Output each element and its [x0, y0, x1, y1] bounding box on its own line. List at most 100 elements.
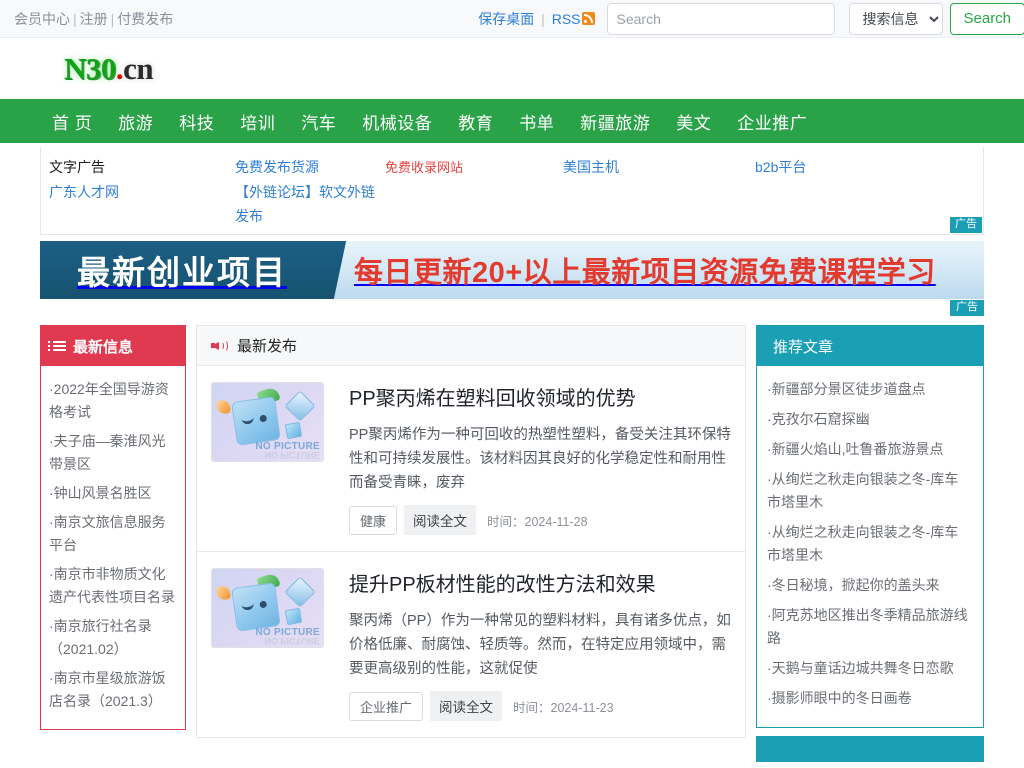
- decor-shape: [231, 396, 281, 446]
- rss-link[interactable]: RSS: [552, 11, 581, 27]
- article-category-tag[interactable]: 健康: [349, 505, 398, 535]
- no-picture-label-reflection: NO PICTURE: [264, 636, 320, 646]
- list-item[interactable]: ·钟山风景名胜区: [49, 482, 175, 505]
- article-item: NO PICTURE NO PICTURE PP聚丙烯在塑料回收领域的优势 PP…: [196, 366, 746, 552]
- article-description: PP聚丙烯作为一种可回收的热塑性塑料，备受关注其环保特性和可持续发展性。该材料因…: [349, 427, 731, 491]
- logo-band: N30.cn: [0, 38, 1024, 99]
- article-title[interactable]: 提升PP板材性能的改性方法和效果: [349, 568, 731, 597]
- recommended-articles-header: 推荐文章: [757, 326, 983, 366]
- topbar-right-group: 保存桌面 | RSS 搜索信息 Search: [478, 2, 1024, 35]
- text-ad-row: 广东人才网 【外链论坛】软文外链发布: [41, 180, 983, 228]
- register-link[interactable]: 注册: [80, 11, 108, 27]
- list-item[interactable]: ·天鹅与童话边城共舞冬日恋歌: [767, 657, 971, 680]
- list-item[interactable]: ·南京旅行社名录（2021.02）: [49, 615, 175, 661]
- decor-shape: [215, 398, 232, 416]
- text-ad-cell: [555, 180, 747, 228]
- save-desktop-link[interactable]: 保存桌面: [478, 9, 534, 29]
- article-body: PP聚丙烯在塑料回收领域的优势 PP聚丙烯作为一种可回收的热塑性塑料，备受关注其…: [324, 382, 731, 535]
- latest-info-panel: 最新信息 ·2022年全国导游资格考试 ·夫子庙—秦淮风光带景区 ·钟山风景名胜…: [40, 325, 186, 730]
- no-picture-label-reflection: NO PICTURE: [264, 450, 320, 460]
- nav-item-xinjiang-travel[interactable]: 新疆旅游: [580, 109, 650, 134]
- list-item[interactable]: ·从绚烂之秋走向银装之冬-库车市塔里木: [767, 521, 971, 567]
- nav-item-automobile[interactable]: 汽车: [301, 109, 336, 134]
- member-links: 会员中心 | 注册 | 付费发布: [14, 9, 173, 29]
- list-item[interactable]: ·南京市非物质文化遗产代表性项目名录: [49, 563, 175, 609]
- article-thumbnail[interactable]: NO PICTURE NO PICTURE: [211, 568, 324, 648]
- list-item[interactable]: ·夫子庙—秦淮风光带景区: [49, 430, 175, 476]
- recommended-articles-panel: 推荐文章 ·新疆部分景区徒步道盘点 ·克孜尔石窟探幽 ·新疆火焰山,吐鲁番旅游景…: [756, 325, 984, 728]
- ad-badge: 广告: [950, 217, 982, 233]
- read-more-button[interactable]: 阅读全文: [404, 505, 477, 535]
- list-item[interactable]: ·南京文旅信息服务平台: [49, 511, 175, 557]
- nav-item-booklist[interactable]: 书单: [519, 109, 554, 134]
- text-ad-cell: 【外链论坛】软文外链发布: [227, 180, 377, 228]
- nav-item-enterprise-promotion[interactable]: 企业推广: [737, 109, 807, 134]
- text-ad-link-free-indexing[interactable]: 免费收录网站: [385, 160, 463, 175]
- text-ad-cell: [377, 180, 555, 228]
- article-meta: 企业推广 阅读全文 时间：2024-11-23: [349, 691, 731, 721]
- text-ad-cell: 广东人才网: [41, 180, 227, 228]
- article-time: 时间：2024-11-28: [487, 514, 588, 529]
- article-category-tag[interactable]: 企业推广: [349, 691, 424, 721]
- text-ad-cell: 免费收录网站: [377, 155, 555, 180]
- decor-shape: [284, 576, 316, 608]
- search-input[interactable]: [606, 2, 835, 35]
- read-more-button[interactable]: 阅读全文: [430, 691, 503, 721]
- divider: |: [73, 10, 77, 27]
- nav-item-machinery[interactable]: 机械设备: [362, 109, 432, 134]
- latest-info-list: ·2022年全国导游资格考试 ·夫子庙—秦淮风光带景区 ·钟山风景名胜区 ·南京…: [41, 366, 185, 729]
- decor-shape: [284, 607, 303, 626]
- article-item: NO PICTURE NO PICTURE 提升PP板材性能的改性方法和效果 聚…: [196, 552, 746, 738]
- list-item[interactable]: ·南京市星级旅游饭店名录（2021.3）: [49, 667, 175, 713]
- member-center-link[interactable]: 会员中心: [14, 11, 70, 27]
- article-title[interactable]: PP聚丙烯在塑料回收领域的优势: [349, 382, 731, 411]
- banner-left-text: 最新创业项目: [40, 241, 324, 299]
- list-item[interactable]: ·2022年全国导游资格考试: [49, 378, 175, 424]
- nav-item-technology[interactable]: 科技: [179, 109, 214, 134]
- list-icon: [48, 341, 66, 351]
- list-item[interactable]: ·冬日秘境，掀起你的盖头来: [767, 574, 971, 597]
- latest-publish-header: 最新发布: [196, 325, 746, 366]
- text-ad-link-guangdong-jobs[interactable]: 广东人才网: [49, 184, 119, 200]
- search-button[interactable]: Search: [949, 2, 1024, 35]
- list-item[interactable]: ·新疆火焰山,吐鲁番旅游景点: [767, 438, 971, 461]
- text-ad-label: 文字广告: [49, 159, 105, 175]
- article-body: 提升PP板材性能的改性方法和效果 聚丙烯（PP）作为一种常见的塑料材料，具有诸多…: [324, 568, 731, 721]
- list-item[interactable]: ·从绚烂之秋走向银装之冬-库车市塔里木: [767, 468, 971, 514]
- promo-banner-wrap: 最新创业项目 每日更新20+以上最新项目资源免费课程学习 广告: [40, 241, 984, 316]
- top-utility-bar: 会员中心|注册|付费发布 保存桌面 | RSS 搜索信息 Search: [0, 0, 1024, 38]
- speaker-icon: [211, 339, 229, 353]
- site-logo[interactable]: N30.cn: [64, 51, 154, 86]
- text-ad-link-b2b[interactable]: b2b平台: [755, 159, 806, 175]
- promo-banner[interactable]: 最新创业项目 每日更新20+以上最新项目资源免费课程学习: [40, 241, 984, 299]
- text-ad-cell: [747, 180, 947, 228]
- main-navigation: 首 页 旅游 科技 培训 汽车 机械设备 教育 书单 新疆旅游 美文 企业推广: [0, 99, 1024, 143]
- list-item[interactable]: ·阿克苏地区推出冬季精品旅游线路: [767, 604, 971, 650]
- recommended-articles-list: ·新疆部分景区徒步道盘点 ·克孜尔石窟探幽 ·新疆火焰山,吐鲁番旅游景点 ·从绚…: [757, 366, 983, 727]
- decor-shape: [215, 584, 232, 602]
- paid-publish-link[interactable]: 付费发布: [117, 11, 173, 27]
- text-ad-cell: 美国主机: [555, 155, 747, 180]
- text-ad-link-us-hosting[interactable]: 美国主机: [563, 159, 619, 175]
- nav-item-training[interactable]: 培训: [240, 109, 275, 134]
- decor-shape: [284, 421, 303, 440]
- list-item[interactable]: ·新疆部分景区徒步道盘点: [767, 378, 971, 401]
- nav-item-essays[interactable]: 美文: [676, 109, 711, 134]
- list-item[interactable]: ·克孜尔石窟探幽: [767, 408, 971, 431]
- left-column: 最新信息 ·2022年全国导游资格考试 ·夫子庙—秦淮风光带景区 ·钟山风景名胜…: [40, 325, 186, 730]
- list-item[interactable]: ·摄影师眼中的冬日画卷: [767, 687, 971, 710]
- rss-icon[interactable]: [581, 12, 595, 25]
- text-ad-link-backlink-forum[interactable]: 【外链论坛】软文外链发布: [235, 184, 375, 224]
- article-thumbnail[interactable]: NO PICTURE NO PICTURE: [211, 382, 324, 462]
- article-time: 时间：2024-11-23: [513, 700, 614, 715]
- text-ad-link-free-supply[interactable]: 免费发布货源: [235, 159, 319, 175]
- nav-item-education[interactable]: 教育: [458, 109, 493, 134]
- search-scope-select[interactable]: 搜索信息: [848, 2, 943, 35]
- article-meta: 健康 阅读全文 时间：2024-11-28: [349, 505, 731, 535]
- latest-publish-title: 最新发布: [237, 338, 298, 355]
- nav-item-travel[interactable]: 旅游: [118, 109, 153, 134]
- logo-black-text: cn: [123, 51, 154, 86]
- divider: |: [537, 10, 549, 27]
- secondary-panel-header: [756, 736, 984, 762]
- nav-item-home[interactable]: 首 页: [52, 109, 92, 134]
